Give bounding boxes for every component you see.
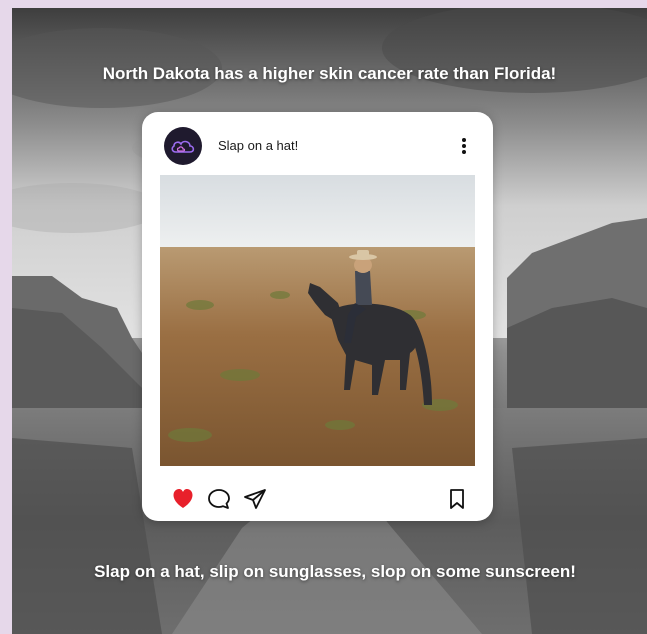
more-options-button[interactable] bbox=[456, 134, 472, 158]
like-button[interactable] bbox=[170, 486, 196, 512]
caption-text: Slap on a hat, slip on sunglasses, slop … bbox=[94, 562, 576, 581]
bookmark-icon bbox=[450, 489, 464, 509]
heart-icon bbox=[173, 489, 193, 508]
social-post-card: Slap on a hat! bbox=[142, 112, 493, 521]
save-button[interactable] bbox=[444, 486, 470, 512]
cloud-logo-icon bbox=[171, 140, 195, 153]
post-photo bbox=[160, 175, 475, 466]
post-username[interactable]: Slap on a hat! bbox=[218, 138, 298, 153]
headline-text: North Dakota has a higher skin cancer ra… bbox=[102, 64, 557, 83]
more-vertical-icon bbox=[462, 138, 466, 154]
comment-icon bbox=[208, 489, 230, 509]
comment-button[interactable] bbox=[206, 486, 232, 512]
avatar[interactable] bbox=[164, 127, 202, 165]
horse-rider-photo bbox=[160, 175, 475, 466]
share-button[interactable] bbox=[242, 486, 268, 512]
send-icon bbox=[244, 489, 266, 509]
